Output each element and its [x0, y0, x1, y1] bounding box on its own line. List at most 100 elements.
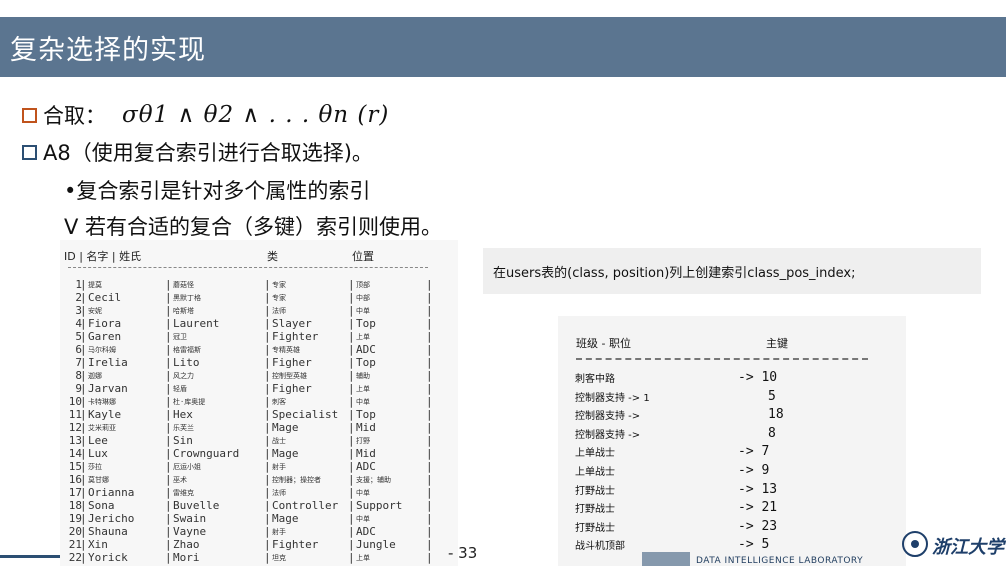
column-separator: |: [348, 434, 355, 447]
table-row: 19 | Jericho | Swain | Mage | 中单 |: [60, 512, 458, 525]
column-separator: |: [348, 473, 355, 486]
first-name-cell: 卡特琳娜: [88, 398, 116, 406]
index-key: 上单战士: [575, 448, 615, 460]
index-row: 打野战士 -> 13: [558, 482, 906, 500]
first-name-cell: Orianna: [88, 486, 135, 499]
column-separator: |: [165, 343, 172, 356]
position-cell: 中单: [356, 515, 370, 523]
square-bullet-icon: [22, 144, 37, 160]
bullet2-text: A8（使用复合索引进行合取选择)。: [43, 141, 373, 165]
column-separator: |: [80, 538, 87, 551]
class-cell: Slayer: [272, 317, 312, 330]
class-cell: 刺客: [272, 398, 286, 406]
column-separator: |: [165, 434, 172, 447]
position-cell: Jungle: [356, 538, 396, 551]
position-cell: 上单: [356, 333, 370, 341]
column-separator: |: [165, 304, 172, 317]
index-row: 打野战士 -> 23: [558, 519, 906, 537]
table-row: 1 | 提莫 | 蘑菇怪 | 专家 | 顶部 |: [60, 278, 458, 291]
index-info-box: 在users表的(class, position)列上创建索引class_pos…: [483, 248, 981, 294]
column-separator: |: [165, 421, 172, 434]
column-separator: |: [426, 356, 433, 369]
first-name-cell: Fiora: [88, 317, 122, 330]
first-name-cell: Cecil: [88, 291, 122, 304]
last-name-cell: Mori: [173, 551, 200, 564]
university-emblem-icon: [902, 531, 928, 557]
first-name-cell: 迦娜: [88, 372, 102, 380]
index-key: 打野战士: [575, 522, 615, 534]
position-cell: 打野: [356, 437, 370, 445]
column-separator: |: [165, 356, 172, 369]
table-row: 4 | Fiora | Laurent | Slayer | Top |: [60, 317, 458, 330]
table-row: 17 | Orianna | 雷维克 | 法师 | 中单 |: [60, 486, 458, 499]
class-cell: Controller: [272, 499, 339, 512]
index-divider: [576, 358, 868, 360]
table-row: 13 | Lee | Sin | 战士 | 打野 |: [60, 434, 458, 447]
column-separator: |: [165, 473, 172, 486]
class-cell: 法师: [272, 307, 286, 315]
class-cell: 控制器；操控者: [272, 476, 321, 484]
column-separator: |: [80, 395, 87, 408]
class-cell: 法师: [272, 489, 286, 497]
index-header-primary-key: 主键: [766, 337, 788, 350]
university-logo: 浙江大学: [900, 527, 1006, 566]
column-separator: |: [80, 551, 87, 564]
column-separator: |: [348, 486, 355, 499]
position-cell: 辅助: [356, 372, 370, 380]
lab-name: DATA INTELLIGENCE LABORATORY: [696, 556, 864, 566]
column-separator: |: [80, 356, 87, 369]
table-row: 18 | Sona | Buvelle | Controller | Support |: [60, 499, 458, 512]
first-name-cell: Jarvan: [88, 382, 128, 395]
column-separator: |: [80, 473, 87, 486]
index-value: -> 9: [738, 463, 770, 478]
first-name-cell: Yorick: [88, 551, 128, 564]
column-separator: |: [348, 356, 355, 369]
column-separator: |: [348, 525, 355, 538]
column-separator: |: [264, 304, 271, 317]
bullet-conjunction: 合取： σθ1 ∧ θ2 ∧ . . . θn (r): [22, 100, 389, 130]
first-name-cell: 提莫: [88, 281, 102, 289]
first-name-cell: Kayle: [88, 408, 122, 421]
position-cell: Mid: [356, 421, 376, 434]
column-separator: |: [264, 525, 271, 538]
last-name-cell: 乐芙兰: [173, 424, 194, 432]
column-separator: |: [80, 278, 87, 291]
slide-title: 复杂选择的实现: [10, 35, 206, 66]
index-value: -> 21: [738, 500, 778, 516]
column-separator: |: [80, 304, 87, 317]
index-key: 上单战士: [575, 467, 615, 478]
class-cell: 专家: [272, 294, 286, 302]
table-row: 12 | 艾米莉亚 | 乐芙兰 | Mage | Mid |: [60, 421, 458, 434]
last-name-cell: Swain: [173, 512, 207, 525]
column-separator: |: [165, 460, 172, 473]
column-separator: |: [426, 486, 433, 499]
index-row: 刺客中路 -> 10: [558, 370, 906, 388]
index-row: 上单战士 -> 9: [558, 463, 906, 481]
class-cell: Fighter: [272, 538, 319, 551]
class-cell: 战士: [272, 437, 286, 445]
class-cell: 坦克: [272, 554, 286, 562]
last-name-cell: Hex: [173, 408, 193, 421]
last-name-cell: Sin: [173, 434, 193, 447]
position-cell: 中单: [356, 307, 370, 315]
column-separator: |: [80, 421, 87, 434]
table-row: 6 | 马尔科姆 | 格雷福斯 | 专精英雄 | ADC |: [60, 343, 458, 356]
university-name: 浙江大学: [932, 537, 1004, 558]
column-separator: |: [165, 317, 172, 330]
position-cell: 中单: [356, 489, 370, 497]
column-separator: |: [80, 291, 87, 304]
column-separator: |: [80, 369, 87, 382]
index-row: 上单战士 -> 7: [558, 444, 906, 462]
table-row: 5 | Garen | 冠卫 | Fighter | 上单 |: [60, 330, 458, 343]
column-separator: |: [264, 382, 271, 395]
last-name-cell: 哈斯塔: [173, 307, 194, 315]
column-separator: |: [80, 408, 87, 421]
first-name-cell: Garen: [88, 330, 122, 343]
column-separator: |: [165, 447, 172, 460]
index-key: 控制器支持 -> 1: [575, 392, 650, 404]
column-separator: |: [264, 499, 271, 512]
position-cell: Top: [356, 408, 376, 421]
column-separator: |: [426, 538, 433, 551]
column-separator: |: [80, 460, 87, 473]
column-separator: |: [165, 486, 172, 499]
